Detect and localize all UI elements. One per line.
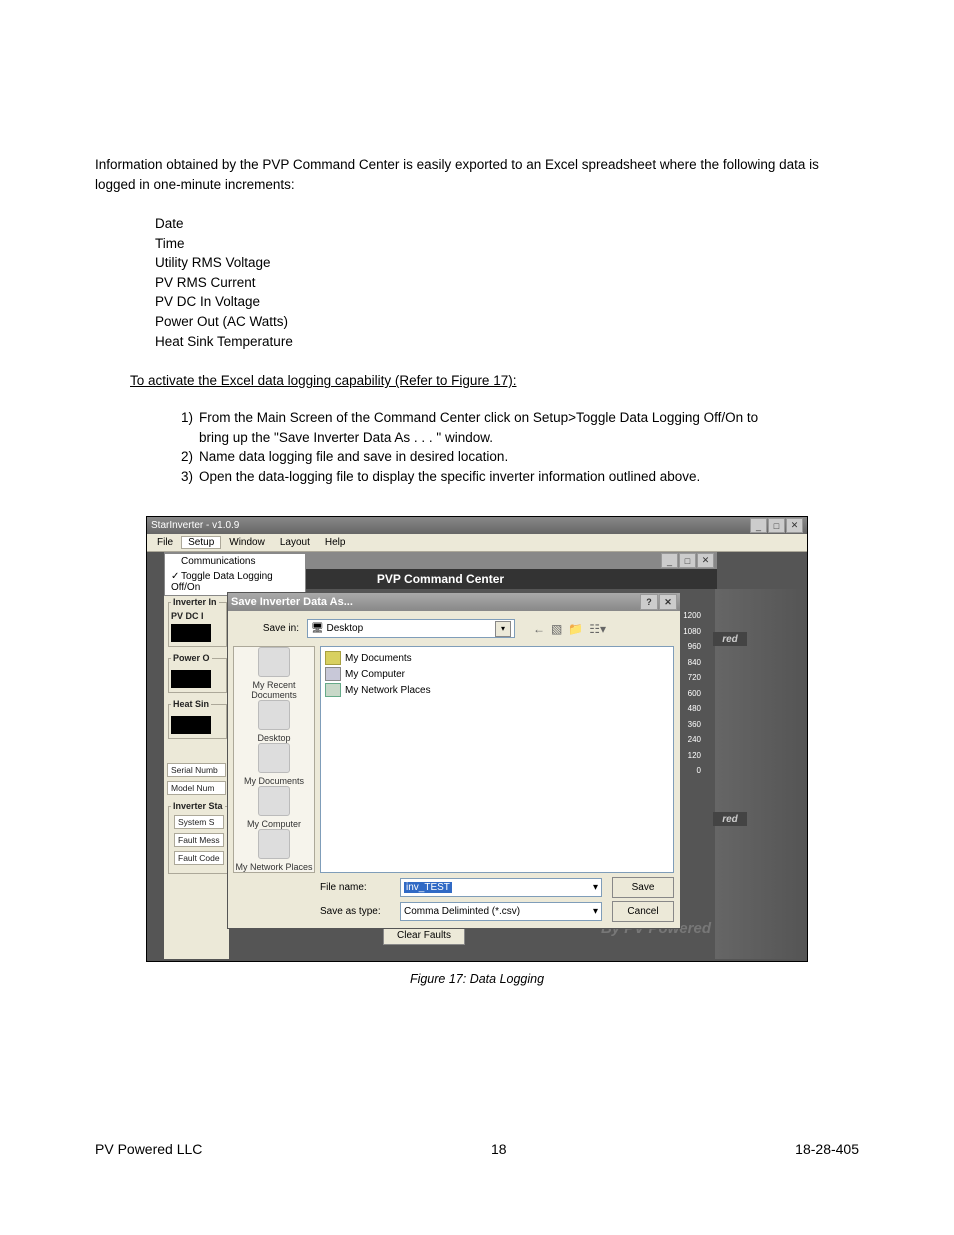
left-panel: Inverter In PV DC I Power O Heat Sin Ser… (164, 589, 229, 959)
chevron-down-icon[interactable]: ▾ (593, 882, 598, 893)
new-folder-icon[interactable]: 📁 (568, 622, 583, 636)
pvdc-value (171, 624, 211, 642)
inner-minimize-button[interactable]: _ (661, 553, 678, 568)
spec-item: PV DC In Voltage (155, 292, 859, 312)
window-buttons: _ □ ✕ (750, 518, 803, 533)
file-item[interactable]: My Documents (325, 651, 669, 665)
minimize-button[interactable]: _ (750, 518, 767, 533)
footer-right: 18-28-405 (795, 1141, 859, 1157)
fault-code-field: Fault Code (174, 851, 224, 865)
save-dialog: Save Inverter Data As... ? ✕ Save in: 🖥 … (227, 592, 681, 929)
footer-left: PV Powered LLC (95, 1141, 202, 1157)
system-status-field: System S (174, 815, 224, 829)
app-title: StarInverter - v1.0.9 (151, 520, 239, 531)
back-icon[interactable]: ← (533, 622, 545, 636)
group-inverter-in: Inverter In (171, 597, 219, 607)
spec-item: PV RMS Current (155, 273, 859, 293)
fault-message-field: Fault Mess (174, 833, 224, 847)
page-footer: PV Powered LLC 18 18-28-405 (95, 1141, 859, 1157)
dialog-help-button[interactable]: ? (640, 594, 658, 610)
model-field: Model Num (167, 781, 226, 795)
chevron-down-icon[interactable]: ▾ (495, 621, 511, 637)
spec-item: Utility RMS Voltage (155, 253, 859, 273)
activate-heading: To activate the Excel data logging capab… (130, 373, 859, 388)
chevron-down-icon[interactable]: ▾ (593, 906, 598, 917)
label-pvdc: PV DC I (171, 611, 224, 621)
close-button[interactable]: ✕ (786, 518, 803, 533)
footer-center: 18 (491, 1141, 507, 1157)
figure-caption: Figure 17: Data Logging (95, 972, 859, 986)
place-item[interactable]: My Computer (234, 786, 314, 829)
dialog-title: Save Inverter Data As... (231, 596, 353, 608)
save-in-label: Save in: (234, 623, 299, 634)
file-item[interactable]: My Network Places (325, 683, 669, 697)
menu-file[interactable]: File (150, 536, 180, 549)
menu-bar: FileSetupWindowLayoutHelp (147, 534, 807, 552)
views-icon[interactable]: ☷▾ (589, 622, 606, 636)
inner-maximize-button[interactable]: □ (679, 553, 696, 568)
figure-screenshot: StarInverter - v1.0.9 _ □ ✕ FileSetupWin… (146, 516, 808, 962)
red-label-1: red (713, 632, 747, 646)
steps-list: 1)From the Main Screen of the Command Ce… (163, 408, 764, 486)
file-item[interactable]: My Computer (325, 667, 669, 681)
save-as-type-label: Save as type: (320, 906, 390, 917)
places-bar: My Recent DocumentsDesktopMy DocumentsMy… (233, 646, 315, 873)
spec-item: Date (155, 214, 859, 234)
step-item: 3)Open the data-logging file to display … (163, 467, 764, 487)
file-list[interactable]: My Documents My Computer My Network Places (320, 646, 674, 873)
spec-item: Time (155, 234, 859, 254)
group-inverter-status: Inverter Sta (171, 801, 225, 811)
menu-item-communications[interactable]: Communications (165, 554, 305, 569)
place-item[interactable]: Desktop (234, 700, 314, 743)
setup-dropdown: Communications ✓Toggle Data Logging Off/… (164, 553, 306, 596)
menu-layout[interactable]: Layout (273, 536, 317, 549)
maximize-button[interactable]: □ (768, 518, 785, 533)
group-heatsink: Heat Sin (171, 699, 211, 709)
cancel-button[interactable]: Cancel (612, 901, 674, 922)
inner-close-button[interactable]: ✕ (697, 553, 714, 568)
save-in-combo[interactable]: 🖥 Desktop ▾ (307, 619, 515, 638)
dialog-titlebar: Save Inverter Data As... ? ✕ (228, 593, 680, 611)
menu-help[interactable]: Help (318, 536, 353, 549)
group-power-out: Power O (171, 653, 212, 663)
place-item[interactable]: My Documents (234, 743, 314, 786)
file-name-input[interactable]: inv_TEST ▾ (400, 878, 602, 897)
step-item: 1)From the Main Screen of the Command Ce… (163, 408, 764, 447)
spec-list: DateTimeUtility RMS VoltagePV RMS Curren… (155, 214, 859, 351)
save-as-type-combo[interactable]: Comma Deliminted (*.csv) ▾ (400, 902, 602, 921)
power-value (171, 670, 211, 688)
heatsink-value (171, 716, 211, 734)
app-titlebar: StarInverter - v1.0.9 _ □ ✕ (147, 517, 807, 534)
spec-item: Heat Sink Temperature (155, 332, 859, 352)
file-name-label: File name: (320, 882, 390, 893)
step-item: 2)Name data logging file and save in des… (163, 447, 764, 467)
up-icon[interactable]: ▧ (551, 622, 562, 636)
serial-field: Serial Numb (167, 763, 226, 777)
save-button[interactable]: Save (612, 877, 674, 898)
menu-setup[interactable]: Setup (181, 536, 221, 549)
intro-paragraph: Information obtained by the PVP Command … (95, 155, 859, 194)
menu-window[interactable]: Window (222, 536, 272, 549)
spec-item: Power Out (AC Watts) (155, 312, 859, 332)
place-item[interactable]: My Recent Documents (234, 647, 314, 700)
red-label-2: red (713, 812, 747, 826)
place-item[interactable]: My Network Places (234, 829, 314, 872)
dialog-close-button[interactable]: ✕ (659, 594, 677, 610)
